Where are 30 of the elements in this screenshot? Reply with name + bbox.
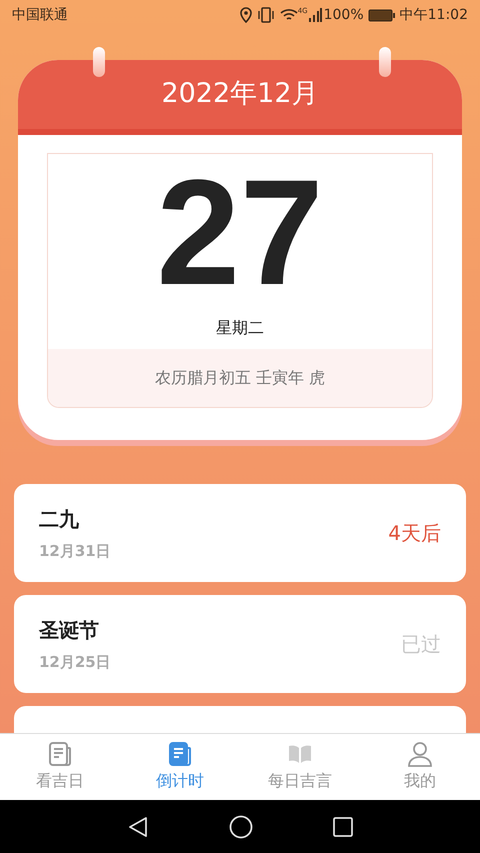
- event-date: 12月31日: [39, 540, 112, 562]
- location-icon: [240, 7, 252, 23]
- user-icon: [407, 741, 433, 767]
- binder-ring: [379, 47, 391, 77]
- battery-icon: [368, 8, 396, 22]
- carrier-name: 中国联通: [12, 6, 68, 24]
- nav-tab[interactable]: 看吉日: [0, 734, 120, 800]
- nav-tab[interactable]: 每日吉言: [240, 734, 360, 800]
- document-icon: [47, 741, 73, 767]
- back-icon[interactable]: [127, 816, 149, 838]
- binder-ring: [93, 47, 105, 77]
- lunar-date: 农历腊月初五 壬寅年 虎: [154, 367, 326, 389]
- wifi-icon: [280, 8, 298, 22]
- event-card[interactable]: 二九 12月31日 4天后: [14, 484, 466, 582]
- countdown-label: 4天后: [388, 520, 441, 547]
- home-icon[interactable]: [229, 814, 253, 838]
- month-title: 2022年12月: [161, 77, 319, 112]
- nav-tab[interactable]: 我的: [360, 734, 480, 800]
- weekday-label: 星期二: [216, 317, 264, 339]
- vibrate-icon: [256, 7, 276, 23]
- signal-icon: [308, 8, 322, 22]
- battery-percent: 100%: [324, 6, 364, 24]
- day-number: 27: [156, 157, 324, 307]
- nav-tab[interactable]: 倒计时: [120, 734, 240, 800]
- document-icon: [167, 741, 193, 767]
- event-title: 二九: [39, 506, 80, 533]
- recents-icon[interactable]: [333, 816, 353, 836]
- clock-time: 中午11:02: [400, 6, 468, 24]
- event-date: 12月25日: [39, 652, 112, 673]
- event-title: 圣诞节: [39, 616, 100, 644]
